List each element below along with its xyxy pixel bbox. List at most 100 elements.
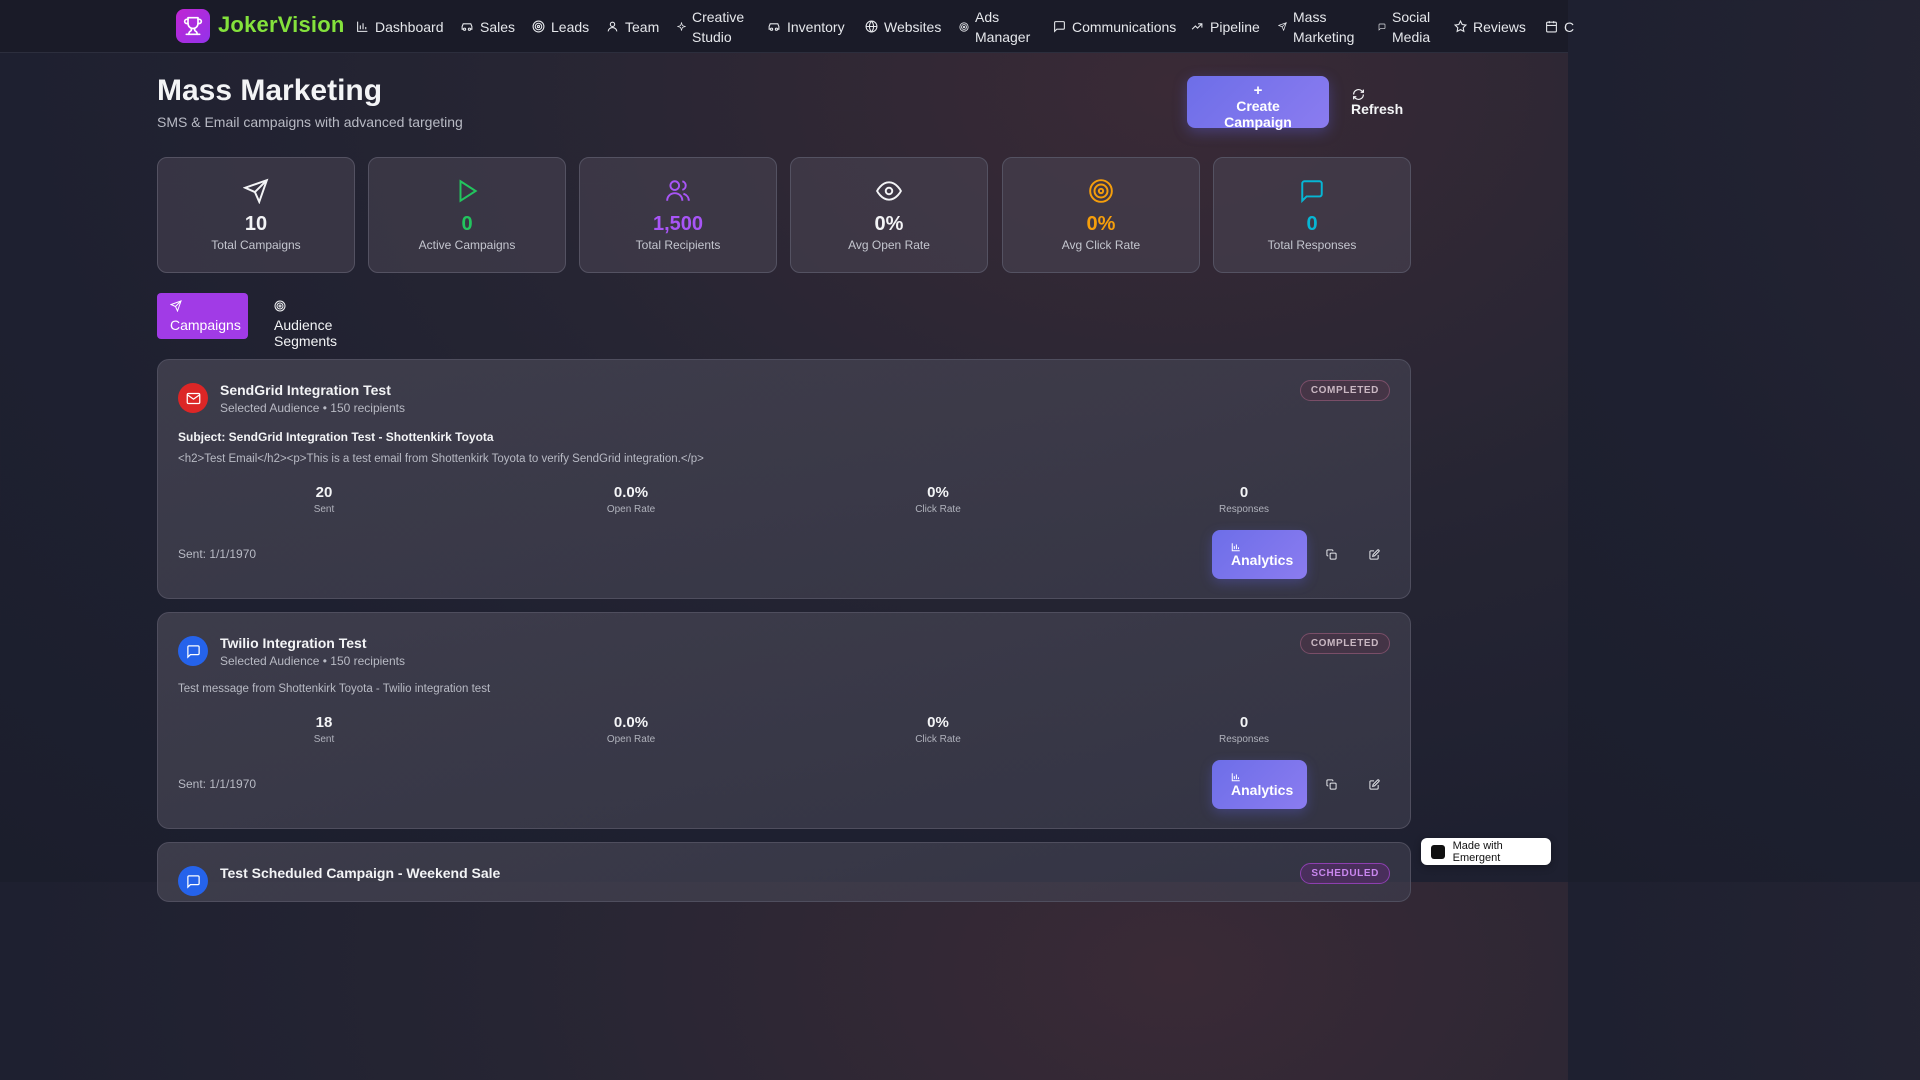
stat-label: Total Responses	[1267, 238, 1357, 252]
tab-audience-segments[interactable]: Audience Segments	[263, 293, 403, 349]
metric-sent: 20 Sent	[264, 484, 384, 515]
globe-icon	[865, 20, 878, 33]
nav-label: Ads Manager	[975, 8, 1031, 45]
metric-value: 0	[1239, 484, 1249, 501]
sent-date: Sent: 1/1/1970	[178, 777, 257, 791]
users-icon	[666, 180, 690, 201]
sms-channel-icon	[178, 636, 208, 666]
campaign-body: Test message from Shottenkirk Toyota - T…	[178, 683, 491, 695]
nav-item-inventory[interactable]: Inventory	[767, 17, 845, 37]
campaign-title[interactable]: Twilio Integration Test	[220, 635, 366, 651]
app-name[interactable]: JokerVision	[218, 12, 345, 38]
user-icon	[607, 21, 618, 32]
nav-label: Dashboard	[375, 18, 444, 35]
analytics-button[interactable]: Analytics	[1212, 760, 1307, 809]
refresh-button[interactable]: Refresh	[1342, 76, 1408, 128]
metric-label: Open Rate	[606, 504, 656, 515]
stat-label: Total Campaigns	[211, 238, 301, 252]
stat-label: Avg Open Rate	[848, 238, 930, 252]
bar-chart-icon	[1231, 772, 1240, 781]
nav-label: C	[1564, 18, 1575, 35]
nav-label: Reviews	[1473, 18, 1526, 35]
metric-label: Responses	[1218, 504, 1270, 515]
bar-chart-icon	[357, 21, 368, 32]
stat-card-avg-open-rate: 0% Avg Open Rate	[790, 157, 988, 273]
stat-value: 10	[244, 213, 268, 235]
nav-label: Inventory	[787, 18, 845, 35]
metric-label: Click Rate	[915, 504, 961, 515]
create-campaign-button[interactable]: + Create Campaign	[1187, 76, 1329, 130]
nav-label: Mass Marketing	[1293, 8, 1355, 45]
target-icon	[1089, 179, 1113, 203]
target-icon	[959, 21, 969, 32]
metric-value: 18	[315, 714, 333, 731]
nav-item-reviews[interactable]: Reviews	[1454, 17, 1526, 37]
campaign-card[interactable]: SendGrid Integration Test Selected Audie…	[157, 359, 1411, 599]
nav-item-ads-manager[interactable]: Ads Manager	[959, 7, 1035, 47]
campaign-title[interactable]: Test Scheduled Campaign - Weekend Sale	[220, 865, 500, 881]
refresh-label: Refresh	[1351, 100, 1404, 117]
plus-icon: +	[1253, 82, 1263, 99]
nav-item-websites[interactable]: Websites	[865, 17, 941, 37]
trophy-logo-icon[interactable]	[176, 9, 210, 43]
sms-channel-icon	[178, 866, 208, 896]
nav-item-dashboard[interactable]: Dashboard	[356, 17, 444, 37]
create-campaign-label: Create Campaign	[1224, 98, 1292, 130]
campaign-card[interactable]: Twilio Integration Test Selected Audienc…	[157, 612, 1411, 829]
copy-icon[interactable]	[1320, 773, 1342, 795]
campaign-body: <h2>Test Email</h2><p>This is a test ema…	[178, 453, 704, 465]
nav-label: Communications	[1072, 18, 1177, 35]
metric-label: Sent	[313, 734, 335, 745]
campaign-title[interactable]: SendGrid Integration Test	[220, 382, 391, 398]
nav-label: Social Media	[1392, 8, 1431, 45]
made-with-emergent-badge[interactable]: Made with Emergent	[1421, 838, 1551, 865]
stat-value: 0	[1306, 213, 1318, 235]
status-badge: SCHEDULED	[1300, 863, 1390, 884]
metric-value: 0	[1239, 714, 1249, 731]
refresh-icon	[1353, 88, 1364, 100]
nav-item-sales[interactable]: Sales	[460, 17, 515, 37]
send-icon	[243, 178, 269, 204]
nav-label: Leads	[551, 18, 590, 35]
sent-date: Sent: 1/1/1970	[178, 547, 257, 561]
edit-icon[interactable]	[1363, 773, 1385, 795]
metric-responses: 0 Responses	[1184, 484, 1304, 515]
nav-item-pipeline[interactable]: Pipeline	[1190, 17, 1260, 37]
stat-label: Avg Click Rate	[1061, 238, 1141, 252]
nav-label: Websites	[884, 18, 942, 35]
send-icon	[1278, 22, 1287, 31]
metric-open-rate: 0.0% Open Rate	[571, 484, 691, 515]
message-icon	[1054, 21, 1065, 33]
metric-value: 0.0%	[613, 484, 649, 501]
metric-value: 0%	[927, 714, 949, 731]
nav-item-communications[interactable]: Communications	[1053, 17, 1176, 37]
metric-label: Sent	[313, 504, 335, 515]
stat-card-total-campaigns: 10 Total Campaigns	[157, 157, 355, 273]
trending-up-icon	[1191, 23, 1203, 30]
target-icon	[274, 300, 286, 312]
page-subtitle: SMS & Email campaigns with advanced targ…	[157, 114, 463, 130]
metric-label: Open Rate	[606, 734, 656, 745]
calendar-icon	[1546, 21, 1557, 33]
car-icon	[768, 23, 780, 31]
stat-card-active-campaigns: 0 Active Campaigns	[368, 157, 566, 273]
campaign-card[interactable]: Test Scheduled Campaign - Weekend Sale S…	[157, 842, 1411, 902]
sparkle-icon	[677, 22, 686, 31]
nav-item-creative-studio[interactable]: Creative Studio	[677, 7, 752, 47]
copy-icon[interactable]	[1320, 543, 1342, 565]
analytics-button[interactable]: Analytics	[1212, 530, 1307, 579]
car-icon	[461, 23, 473, 31]
nav-item-social-media[interactable]: Social Media	[1378, 7, 1438, 47]
stat-card-avg-click-rate: 0% Avg Click Rate	[1002, 157, 1200, 273]
stat-label: Total Recipients	[635, 238, 721, 252]
nav-item-calendar[interactable]: C	[1545, 17, 1574, 37]
nav-item-mass-marketing[interactable]: Mass Marketing	[1278, 7, 1357, 47]
nav-item-leads[interactable]: Leads	[532, 17, 589, 37]
tab-campaigns[interactable]: Campaigns	[157, 293, 248, 339]
edit-icon[interactable]	[1363, 543, 1385, 565]
stat-value: 0%	[874, 213, 904, 235]
metric-click-rate: 0% Click Rate	[878, 484, 998, 515]
metric-click-rate: 0% Click Rate	[878, 714, 998, 745]
nav-item-team[interactable]: Team	[606, 17, 659, 37]
campaign-meta: Selected Audience • 150 recipients	[220, 654, 405, 668]
